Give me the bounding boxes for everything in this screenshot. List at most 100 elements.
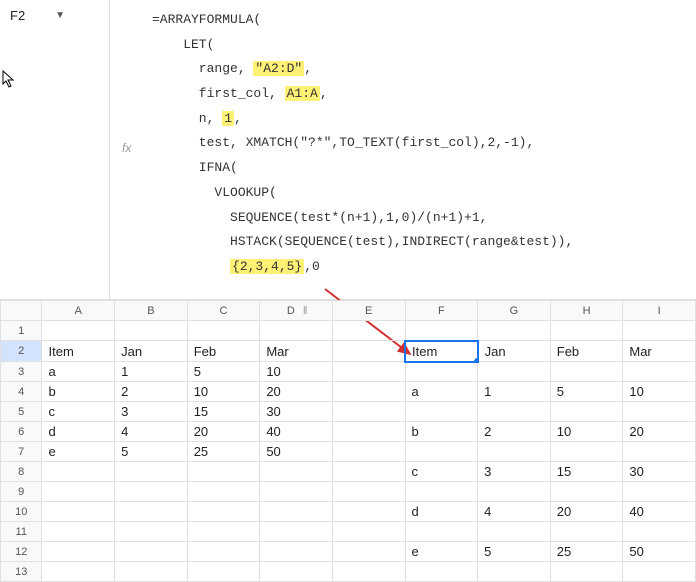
cell[interactable]	[405, 522, 478, 542]
cell[interactable]: e	[405, 542, 478, 562]
row-header-9[interactable]: 9	[1, 482, 42, 502]
cell[interactable]: 25	[550, 542, 623, 562]
formula-text[interactable]: =ARRAYFORMULA( LET( range, "A2:D", first…	[152, 8, 696, 287]
cell[interactable]	[42, 502, 115, 522]
cell[interactable]	[550, 562, 623, 582]
cell[interactable]	[42, 321, 115, 341]
cell[interactable]: 50	[623, 542, 696, 562]
cell[interactable]	[550, 442, 623, 462]
cell[interactable]: Feb	[187, 341, 260, 362]
cell[interactable]: 4	[478, 502, 551, 522]
cell[interactable]	[405, 402, 478, 422]
row-header-2[interactable]: 2	[1, 341, 42, 362]
cell[interactable]: 2	[115, 382, 188, 402]
cell[interactable]	[332, 341, 405, 362]
cell[interactable]	[550, 482, 623, 502]
cell[interactable]: c	[42, 402, 115, 422]
cell[interactable]	[115, 321, 188, 341]
row-header-3[interactable]: 3	[1, 362, 42, 382]
cell[interactable]: 10	[550, 422, 623, 442]
cell[interactable]	[478, 442, 551, 462]
cell[interactable]	[42, 562, 115, 582]
cell[interactable]	[405, 482, 478, 502]
cell[interactable]	[478, 321, 551, 341]
cell[interactable]	[550, 522, 623, 542]
cell[interactable]	[332, 462, 405, 482]
cell[interactable]: 20	[260, 382, 333, 402]
cell[interactable]	[332, 382, 405, 402]
row-header-13[interactable]: 13	[1, 562, 42, 582]
column-header-c[interactable]: C	[187, 301, 260, 321]
cell[interactable]: Mar	[260, 341, 333, 362]
cell[interactable]: a	[42, 362, 115, 382]
cell[interactable]	[187, 542, 260, 562]
cell[interactable]: 15	[550, 462, 623, 482]
column-header-i[interactable]: I	[623, 301, 696, 321]
cell[interactable]	[260, 462, 333, 482]
cell[interactable]	[478, 562, 551, 582]
cell[interactable]: e	[42, 442, 115, 462]
cell[interactable]: 5	[550, 382, 623, 402]
cell[interactable]: 5	[187, 362, 260, 382]
cell[interactable]: Feb	[550, 341, 623, 362]
cell[interactable]	[478, 522, 551, 542]
cell[interactable]	[42, 522, 115, 542]
cell[interactable]	[260, 321, 333, 341]
name-box[interactable]: F2 ▼	[10, 8, 65, 23]
row-header-8[interactable]: 8	[1, 462, 42, 482]
cell[interactable]	[115, 522, 188, 542]
cell[interactable]	[332, 562, 405, 582]
cell[interactable]	[623, 562, 696, 582]
cell[interactable]: Item	[405, 341, 478, 362]
cell[interactable]	[332, 542, 405, 562]
cell[interactable]: 20	[623, 422, 696, 442]
cell[interactable]	[260, 522, 333, 542]
cell[interactable]: 4	[115, 422, 188, 442]
cell[interactable]: d	[405, 502, 478, 522]
column-header-e[interactable]: E	[332, 301, 405, 321]
cell[interactable]	[478, 402, 551, 422]
row-header-10[interactable]: 10	[1, 502, 42, 522]
cell[interactable]: 10	[187, 382, 260, 402]
cell[interactable]	[332, 482, 405, 502]
cell[interactable]	[187, 321, 260, 341]
cell[interactable]: Jan	[115, 341, 188, 362]
chevron-down-icon[interactable]: ▼	[55, 10, 65, 21]
cell[interactable]: 30	[260, 402, 333, 422]
cell[interactable]: 20	[550, 502, 623, 522]
cell[interactable]	[332, 442, 405, 462]
cell[interactable]: 40	[260, 422, 333, 442]
row-header-7[interactable]: 7	[1, 442, 42, 462]
cell[interactable]: Mar	[623, 341, 696, 362]
cell[interactable]: 3	[115, 402, 188, 422]
cell[interactable]	[42, 542, 115, 562]
cell[interactable]	[115, 462, 188, 482]
cell[interactable]	[332, 502, 405, 522]
cell[interactable]	[550, 321, 623, 341]
cell[interactable]	[332, 422, 405, 442]
column-header-h[interactable]: H	[550, 301, 623, 321]
cell[interactable]	[332, 402, 405, 422]
cell[interactable]: a	[405, 382, 478, 402]
cell[interactable]	[187, 522, 260, 542]
cell[interactable]: 3	[478, 462, 551, 482]
row-header-5[interactable]: 5	[1, 402, 42, 422]
row-header-1[interactable]: 1	[1, 321, 42, 341]
cell[interactable]	[260, 542, 333, 562]
row-header-11[interactable]: 11	[1, 522, 42, 542]
cell[interactable]	[260, 502, 333, 522]
cell[interactable]: 1	[478, 382, 551, 402]
column-header-b[interactable]: B	[115, 301, 188, 321]
cell[interactable]: 10	[623, 382, 696, 402]
cell[interactable]	[623, 482, 696, 502]
column-header-g[interactable]: G	[478, 301, 551, 321]
cell[interactable]: 30	[623, 462, 696, 482]
column-header-f[interactable]: F	[405, 301, 478, 321]
cell[interactable]: 2	[478, 422, 551, 442]
spreadsheet-grid[interactable]: ABCD‖EFGHI 12ItemJanFebMarItemJanFebMar3…	[0, 300, 696, 582]
cell[interactable]	[623, 522, 696, 542]
cell[interactable]	[187, 462, 260, 482]
cell[interactable]	[623, 321, 696, 341]
cell[interactable]	[42, 462, 115, 482]
cell[interactable]	[332, 522, 405, 542]
